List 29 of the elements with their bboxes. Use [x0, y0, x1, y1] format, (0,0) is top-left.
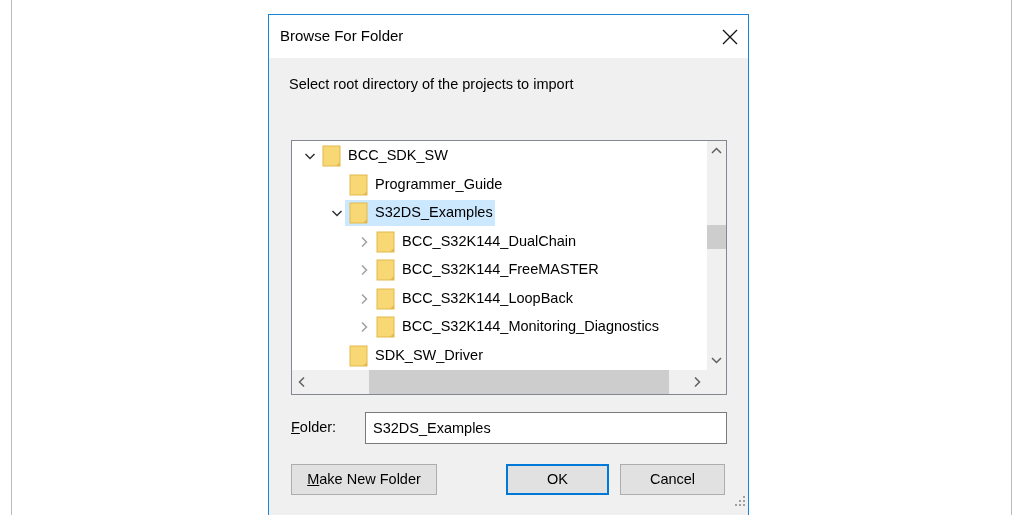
scrollbar-thumb[interactable] [707, 224, 726, 249]
dialog-button[interactable]: Cancel [620, 464, 725, 495]
tree-item[interactable]: BCC_SDK_SW [318, 143, 450, 170]
scrollbar-thumb[interactable] [369, 370, 669, 394]
folder-icon [376, 287, 396, 310]
folder-icon [376, 259, 396, 282]
tree-item[interactable]: S32DS_Examples [345, 200, 495, 227]
folder-icon [376, 230, 396, 253]
prompt-text: Select root directory of the projects to import [289, 76, 574, 92]
tree-item[interactable]: Programmer_Guide [345, 171, 505, 198]
folder-icon [349, 344, 369, 367]
close-icon[interactable] [722, 28, 738, 45]
vertical-scrollbar[interactable] [707, 141, 726, 370]
tree-item[interactable]: BCC_S32K144_Monitoring_Diagnostics [372, 314, 662, 341]
tree-item[interactable]: BCC_S32K144_FreeMASTER [372, 257, 601, 284]
folder-icon [349, 202, 369, 225]
folder-icon [376, 316, 396, 339]
horizontal-scrollbar[interactable] [292, 370, 707, 394]
window-title: Browse For Folder [280, 26, 404, 47]
folder-icon [322, 145, 342, 168]
folder-input-field[interactable]: S32DS_Examples [365, 412, 727, 444]
dialog-button[interactable]: OK [506, 464, 609, 495]
tree-item[interactable]: BCC_S32K144_DualChain [372, 228, 579, 255]
resize-grip-icon[interactable] [734, 495, 746, 507]
folder-label: Folder: [291, 418, 338, 438]
tree-item[interactable]: SDK_SW_Driver [345, 342, 485, 369]
folder-icon [349, 173, 369, 196]
dialog-button[interactable]: Make New Folder [291, 464, 437, 495]
tree-item[interactable]: BCC_S32K144_LoopBack [372, 285, 575, 312]
